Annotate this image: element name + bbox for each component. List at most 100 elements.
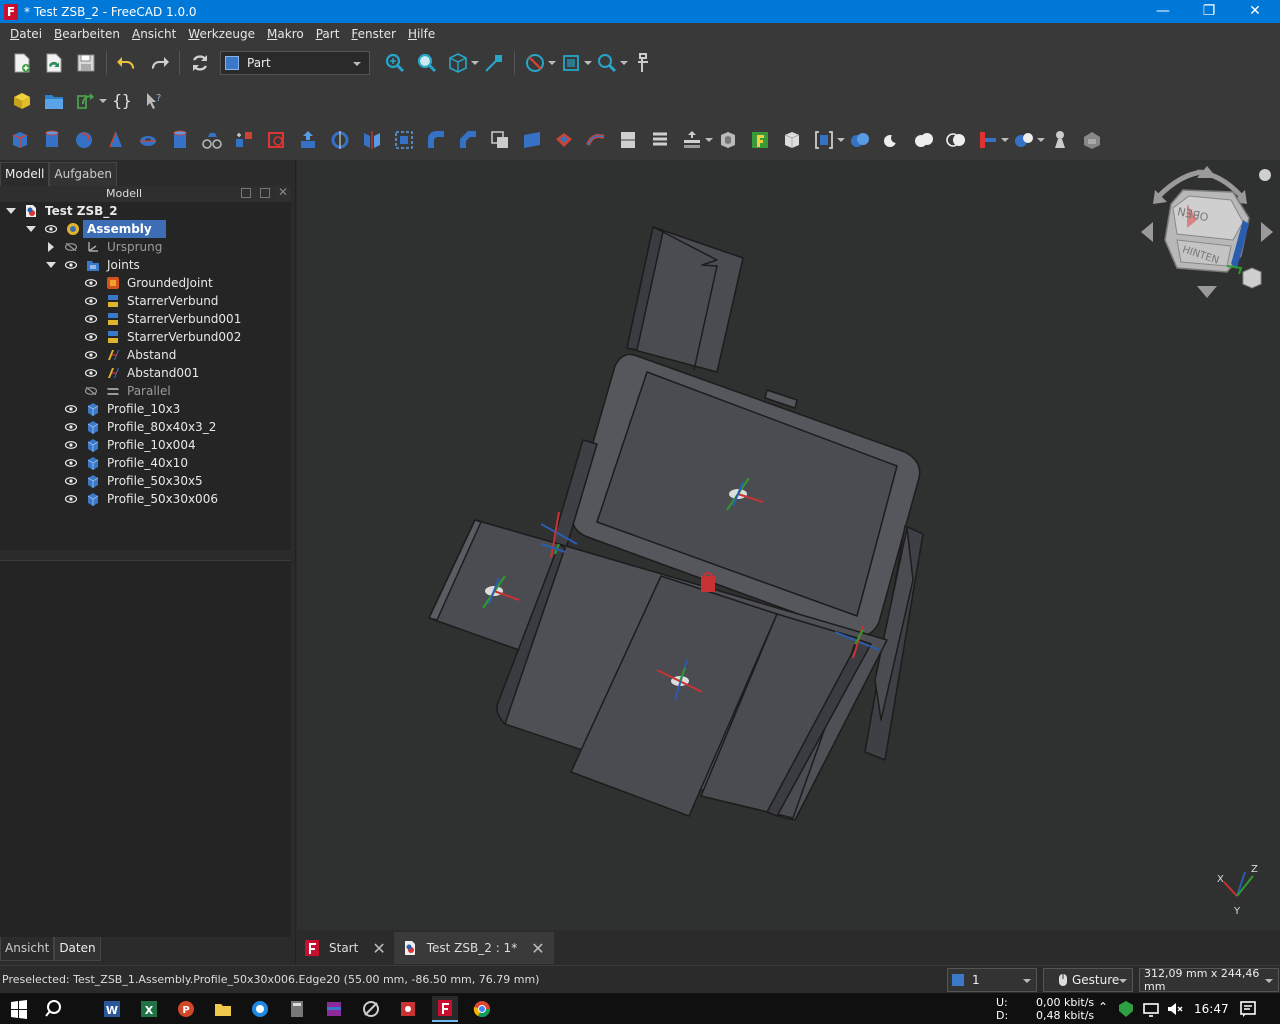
3d-viewport[interactable]: OBEN HINTEN X Y Z: [297, 160, 1280, 930]
part-section-button[interactable]: [615, 127, 641, 153]
visibility-eye-icon[interactable]: [85, 333, 97, 341]
part-sweep-button[interactable]: [583, 127, 609, 153]
create-group-button[interactable]: [41, 88, 67, 114]
tab-daten[interactable]: Daten: [54, 937, 101, 961]
tree-item-part[interactable]: Profile_10x3: [0, 400, 291, 418]
taskbar-archive[interactable]: [321, 996, 347, 1022]
part-fuse-button[interactable]: [911, 127, 937, 153]
part-cone-button[interactable]: [103, 127, 129, 153]
menu-hilfe[interactable]: Hilfe: [402, 27, 441, 41]
dimension-selector[interactable]: 312,09 mm x 244,46 mm: [1139, 967, 1279, 993]
part-defeaturing-button[interactable]: [1079, 127, 1105, 153]
create-link-button[interactable]: [73, 88, 99, 114]
part-primitives-button[interactable]: [199, 127, 225, 153]
part-fillet-button[interactable]: [423, 127, 449, 153]
tray-chevron-up-icon[interactable]: ⌃: [1098, 1000, 1108, 1014]
search-button[interactable]: [42, 996, 68, 1022]
start-button[interactable]: [6, 996, 32, 1022]
part-from-sketch-button[interactable]: [263, 127, 289, 153]
part-mirror-button[interactable]: [359, 127, 385, 153]
part-cube-button[interactable]: [7, 127, 33, 153]
part-color-per-face-button[interactable]: [779, 127, 805, 153]
part-extrude-button[interactable]: [295, 127, 321, 153]
tray-app-icon[interactable]: [1116, 996, 1136, 1022]
taskbar-chrome[interactable]: [469, 996, 495, 1022]
collapse-arrow-icon[interactable]: [46, 260, 56, 270]
part-ruled-surface-button[interactable]: [519, 127, 545, 153]
notification-center-button[interactable]: [1236, 996, 1260, 1022]
menu-makro[interactable]: Makro: [261, 27, 310, 41]
maximize-button[interactable]: ❐: [1186, 0, 1232, 23]
volume-icon[interactable]: [1164, 996, 1186, 1022]
part-tube-button[interactable]: [167, 127, 193, 153]
tree-item-distance-joint[interactable]: Abstand001: [0, 364, 291, 382]
tree-item-document[interactable]: Test ZSB_2: [0, 202, 291, 220]
menu-fenster[interactable]: Fenster: [345, 27, 402, 41]
create-part-button[interactable]: [9, 88, 35, 114]
tree-item-distance-joint[interactable]: Abstand: [0, 346, 291, 364]
visibility-eye-icon[interactable]: [45, 225, 57, 233]
menu-ansicht[interactable]: Ansicht: [126, 27, 182, 41]
workbench-selector[interactable]: Part: [220, 50, 370, 75]
tree-item-grounded-joint[interactable]: GroundedJoint: [0, 274, 291, 292]
collapse-arrow-icon[interactable]: [26, 224, 36, 234]
part-shape-builder-button[interactable]: [231, 127, 257, 153]
tree-item-part[interactable]: Profile_40x10: [0, 454, 291, 472]
chevron-down-icon[interactable]: [619, 50, 628, 76]
visibility-eye-icon[interactable]: [85, 351, 97, 359]
part-projection-button[interactable]: [747, 127, 773, 153]
taskbar-excel[interactable]: X: [136, 996, 162, 1022]
clock[interactable]: 16:47: [1194, 1002, 1229, 1016]
visibility-eye-icon[interactable]: [65, 459, 77, 467]
tree-item-fixed-joint[interactable]: StarrerVerbund: [0, 292, 291, 310]
page-selector[interactable]: 1: [947, 968, 1037, 992]
taskbar-powerpoint[interactable]: P: [173, 996, 199, 1022]
tab-start[interactable]: Start ✕: [297, 932, 395, 964]
tab-modell[interactable]: Modell: [0, 162, 50, 186]
visibility-eye-icon[interactable]: [85, 297, 97, 305]
measure-button[interactable]: [630, 50, 656, 76]
part-compound-filter-button[interactable]: [391, 127, 417, 153]
part-torus-button[interactable]: [135, 127, 161, 153]
visibility-eye-icon[interactable]: [65, 261, 77, 269]
close-panel-icon[interactable]: ✕: [278, 185, 288, 199]
part-boolean-button[interactable]: [847, 127, 873, 153]
save-button[interactable]: [73, 50, 99, 76]
part-cross-sections-button[interactable]: [647, 127, 673, 153]
menu-datei[interactable]: Datei: [4, 27, 48, 41]
tab-document[interactable]: Test ZSB_2 : 1* ✕: [394, 932, 554, 964]
macro-button[interactable]: {}: [109, 88, 135, 114]
tree-item-parallel-joint[interactable]: Parallel: [0, 382, 291, 400]
whats-this-button[interactable]: ?: [141, 88, 167, 114]
visibility-eye-icon[interactable]: [85, 315, 97, 323]
visibility-eye-icon[interactable]: [65, 477, 77, 485]
tree-item-assembly[interactable]: Assembly: [0, 220, 291, 238]
part-loft-button[interactable]: [551, 127, 577, 153]
property-view[interactable]: [0, 560, 291, 937]
visibility-eye-icon[interactable]: [65, 405, 77, 413]
collapse-arrow-icon[interactable]: [6, 206, 16, 216]
part-offset-button[interactable]: [679, 127, 705, 153]
part-common-button[interactable]: [943, 127, 969, 153]
taskbar-freecad[interactable]: [432, 996, 458, 1022]
part-sphere-button[interactable]: [71, 127, 97, 153]
tab-aufgaben[interactable]: Aufgaben: [49, 162, 117, 186]
visibility-eye-icon[interactable]: [85, 369, 97, 377]
float-icon[interactable]: [260, 188, 270, 198]
undo-button[interactable]: [114, 50, 140, 76]
chevron-down-icon[interactable]: [470, 50, 479, 76]
part-cylinder-button[interactable]: [39, 127, 65, 153]
part-cut-button[interactable]: [879, 127, 905, 153]
part-split-button[interactable]: [1011, 127, 1037, 153]
visibility-eye-icon[interactable]: [65, 495, 77, 503]
navigation-cube[interactable]: OBEN HINTEN: [1141, 166, 1273, 298]
tree-item-fixed-joint[interactable]: StarrerVerbund002: [0, 328, 291, 346]
stereo-button[interactable]: [558, 50, 584, 76]
network-icon[interactable]: [1140, 996, 1162, 1022]
hidden-eye-icon[interactable]: [85, 387, 97, 395]
taskbar-app[interactable]: [247, 996, 273, 1022]
tab-ansicht[interactable]: Ansicht: [0, 937, 55, 961]
open-document-button[interactable]: [41, 50, 67, 76]
tree-item-part[interactable]: Profile_80x40x3_2: [0, 418, 291, 436]
navigation-style-selector[interactable]: Gesture: [1043, 968, 1133, 992]
